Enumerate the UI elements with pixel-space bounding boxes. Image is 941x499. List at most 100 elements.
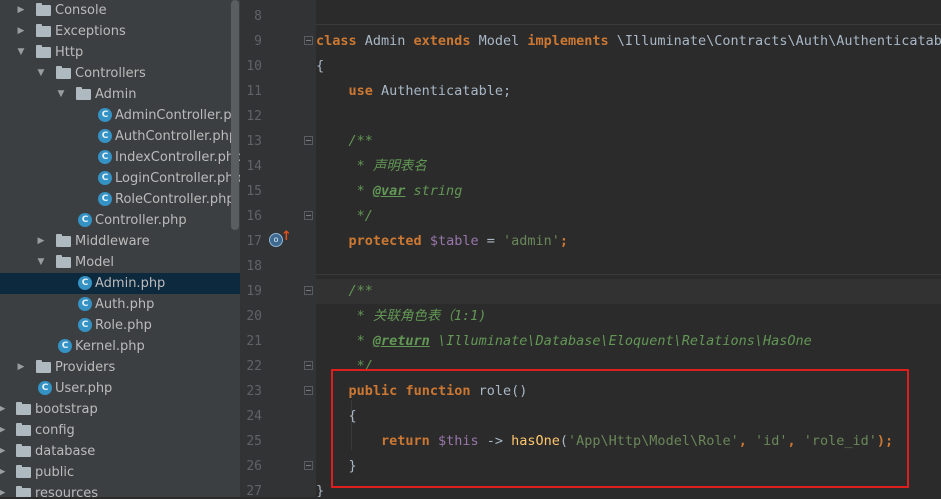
php-class-icon: C: [98, 129, 112, 143]
line-number: 25: [246, 434, 262, 449]
tree-item-indexcontroller[interactable]: C IndexController.php: [0, 147, 240, 168]
interface-name: \Illuminate\Contracts\Auth\Authenticatab…: [608, 33, 941, 49]
tree-item-label: Http: [55, 45, 84, 60]
code-line-10[interactable]: {: [316, 54, 941, 79]
line-number: 24: [246, 409, 262, 424]
tree-item-label: Middleware: [75, 234, 150, 249]
chevron-right-icon[interactable]: ▶: [0, 441, 7, 462]
tree-item-label: resources: [35, 486, 99, 497]
php-class-icon: C: [78, 297, 92, 311]
tree-item-label: config: [35, 423, 75, 438]
fold-marker-icon[interactable]: [304, 211, 313, 220]
tree-item-auth-php[interactable]: C Auth.php: [0, 294, 240, 315]
fold-marker-icon[interactable]: [304, 361, 313, 370]
folder-icon: [16, 465, 31, 478]
code-line-9[interactable]: class Admin extends Model implements \Il…: [316, 29, 941, 54]
tree-item-database[interactable]: ▶ database: [0, 441, 240, 462]
code-line-13[interactable]: /**: [316, 129, 941, 154]
tree-item-model[interactable]: ▼ Model: [0, 252, 240, 273]
tree-item-controller[interactable]: C Controller.php: [0, 210, 240, 231]
tree-item-label: Console: [55, 3, 107, 18]
chevron-right-icon[interactable]: ▶: [0, 420, 7, 441]
chevron-right-icon[interactable]: ▶: [0, 483, 7, 497]
chevron-right-icon[interactable]: ▶: [16, 357, 26, 378]
highlight-box: [331, 369, 909, 488]
tree-item-admin-folder[interactable]: ▼ Admin: [0, 84, 240, 105]
chevron-down-icon[interactable]: ▼: [36, 252, 46, 273]
keyword: use: [348, 83, 373, 99]
tree-item-label: public: [35, 465, 75, 480]
tree-item-label: Controllers: [75, 66, 146, 81]
fold-marker-icon[interactable]: [304, 286, 313, 295]
code-line-14[interactable]: * 声明表名: [316, 154, 941, 179]
tree-item-resources[interactable]: ▶ resources: [0, 483, 240, 497]
fold-marker-icon[interactable]: [304, 386, 313, 395]
folder-icon: [76, 87, 91, 100]
string: 'admin': [502, 233, 560, 249]
line-number: 23: [246, 384, 262, 399]
tree-item-exceptions[interactable]: ▶ Exceptions: [0, 21, 240, 42]
tree-item-http[interactable]: ▼ Http: [0, 42, 240, 63]
parent-class: Model: [470, 33, 528, 49]
line-number: 16: [246, 209, 262, 224]
chevron-down-icon[interactable]: ▼: [36, 63, 46, 84]
chevron-right-icon[interactable]: ▶: [0, 462, 7, 483]
php-class-icon: C: [98, 150, 112, 164]
code-line-17[interactable]: protected $table = 'admin';: [316, 229, 941, 254]
tree-item-rolecontroller[interactable]: C RoleController.php: [0, 189, 240, 210]
keyword: class: [316, 33, 357, 49]
code-line-15[interactable]: * @var string: [316, 179, 941, 204]
code-line-21[interactable]: * @return \Illuminate\Database\Eloquent\…: [316, 329, 941, 354]
tree-item-providers[interactable]: ▶ Providers: [0, 357, 240, 378]
line-number: 17: [246, 234, 262, 249]
folder-icon: [36, 3, 51, 16]
chevron-down-icon[interactable]: ▼: [16, 42, 26, 63]
tree-item-label: Kernel.php: [75, 339, 145, 354]
tree-item-admin-php[interactable]: C Admin.php: [0, 273, 240, 294]
up-arrow-icon[interactable]: ↑: [281, 229, 292, 244]
method-separator: [316, 274, 941, 275]
tree-item-bootstrap[interactable]: ▶ bootstrap: [0, 399, 240, 420]
line-number: 15: [246, 184, 262, 199]
fold-marker-icon[interactable]: [304, 136, 313, 145]
doc-tag: @var: [372, 183, 406, 199]
operator: =: [478, 233, 503, 249]
tree-item-public[interactable]: ▶ public: [0, 462, 240, 483]
chevron-right-icon[interactable]: ▶: [16, 21, 26, 42]
php-class-icon: C: [98, 108, 112, 122]
code-line-11[interactable]: use Authenticatable;: [316, 79, 941, 104]
chevron-right-icon[interactable]: ▶: [16, 0, 26, 21]
line-number: 21: [246, 334, 262, 349]
tree-item-config[interactable]: ▶ config: [0, 420, 240, 441]
code-line-16[interactable]: */: [316, 204, 941, 229]
code-line-20[interactable]: * 关联角色表（1:1): [316, 304, 941, 329]
php-class-icon: C: [78, 318, 92, 332]
tree-item-label: Providers: [55, 360, 116, 375]
tree-item-role-php[interactable]: C Role.php: [0, 315, 240, 336]
tree-item-middleware[interactable]: ▶ Middleware: [0, 231, 240, 252]
chevron-right-icon[interactable]: ▶: [36, 231, 46, 252]
php-class-icon: C: [58, 339, 72, 353]
fold-marker-icon[interactable]: [304, 36, 313, 45]
line-number: 19: [246, 284, 262, 299]
chevron-down-icon[interactable]: ▼: [56, 84, 66, 105]
tree-item-label: Role.php: [95, 318, 152, 333]
tree-item-console[interactable]: ▶ Console: [0, 0, 240, 21]
tree-item-logincontroller[interactable]: C LoginController.php: [0, 168, 240, 189]
fold-marker-icon[interactable]: [304, 461, 313, 470]
doc-comment: /**: [348, 283, 373, 299]
code-line-19[interactable]: /**: [316, 279, 941, 304]
chevron-right-icon[interactable]: ▶: [0, 399, 7, 420]
tree-scrollbar[interactable]: [231, 0, 239, 230]
tree-item-kernel-php[interactable]: C Kernel.php: [0, 336, 240, 357]
tree-item-admincontroller[interactable]: C AdminController.php: [0, 105, 240, 126]
line-number: 20: [246, 309, 262, 324]
class-name: Admin: [356, 33, 414, 49]
tree-item-label: bootstrap: [35, 402, 98, 417]
tree-item-controllers[interactable]: ▼ Controllers: [0, 63, 240, 84]
tree-item-authcontroller[interactable]: C AuthController.php: [0, 126, 240, 147]
php-class-icon: C: [98, 192, 112, 206]
tree-item-user-php[interactable]: C User.php: [0, 378, 240, 399]
doc-tag: @return: [372, 333, 430, 349]
